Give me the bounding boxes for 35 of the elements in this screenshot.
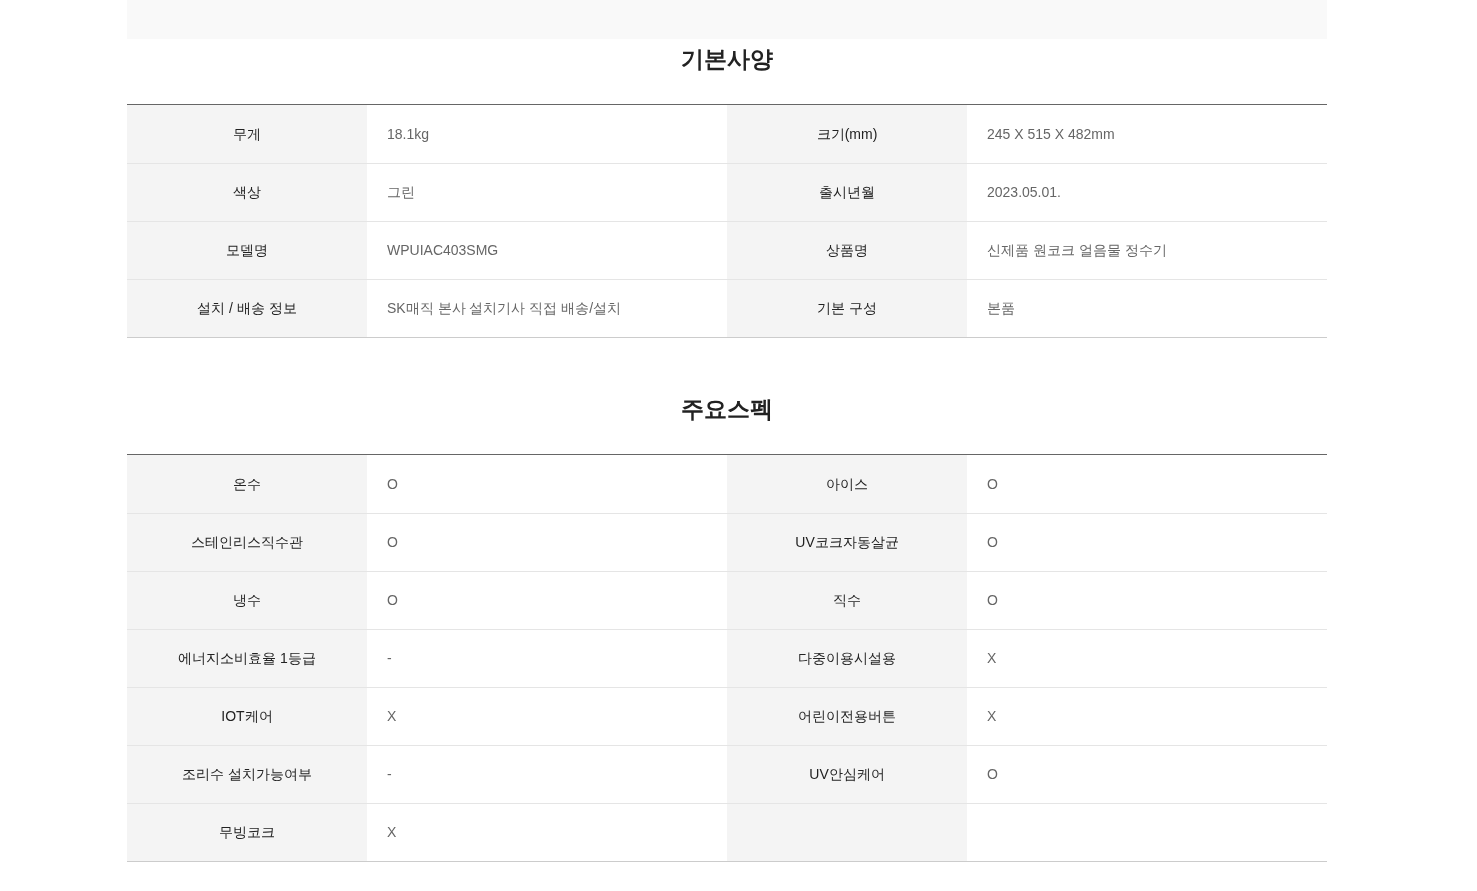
spec-label: 색상 bbox=[127, 163, 367, 221]
spec-value: O bbox=[386, 474, 399, 494]
spec-label: 냉수 bbox=[127, 571, 367, 629]
spec-value: 18.1kg bbox=[386, 124, 431, 144]
spec-value: 245 X 515 X 482mm bbox=[986, 124, 1116, 144]
spec-label: 스테인리스직수관 bbox=[127, 513, 367, 571]
spec-label: 어린이전용버튼 bbox=[727, 687, 967, 745]
spec-label: 온수 bbox=[127, 455, 367, 513]
spec-label: 설치 / 배송 정보 bbox=[127, 279, 367, 337]
spec-label: 기본 구성 bbox=[727, 279, 967, 337]
spec-label: 무게 bbox=[127, 105, 367, 163]
spec-label: 크기(mm) bbox=[727, 105, 967, 163]
spec-value: X bbox=[967, 687, 1327, 745]
spec-label: 다중이용시설용 bbox=[727, 629, 967, 687]
spec-label: 무빙코크 bbox=[127, 803, 367, 861]
spec-label: 모델명 bbox=[127, 221, 367, 279]
spec-value: O bbox=[967, 513, 1327, 571]
spec-label: 아이스 bbox=[727, 455, 967, 513]
spec-label: UV안심케어 bbox=[727, 745, 967, 803]
spec-value: O bbox=[967, 745, 1327, 803]
spec-label: UV코크자동살균 bbox=[727, 513, 967, 571]
spec-label: 출시년월 bbox=[727, 163, 967, 221]
spec-label: 상품명 bbox=[727, 221, 967, 279]
spec-value: 2023.05.01. bbox=[967, 163, 1327, 221]
spec-label: 조리수 설치가능여부 bbox=[127, 745, 367, 803]
spec-value: X bbox=[967, 629, 1327, 687]
spec-label: IOT케어 bbox=[127, 687, 367, 745]
spec-value: 신제품 원코크 얼음물 정수기 bbox=[967, 221, 1327, 279]
spec-label: 직수 bbox=[727, 571, 967, 629]
spec-value: 본품 bbox=[967, 279, 1327, 337]
section-title: 기본사양 bbox=[680, 45, 774, 74]
spec-label: 에너지소비효율 1등급 bbox=[127, 629, 367, 687]
section-title: 주요스펙 bbox=[680, 395, 774, 424]
spec-value: O bbox=[986, 474, 999, 494]
spec-value: O bbox=[967, 571, 1327, 629]
